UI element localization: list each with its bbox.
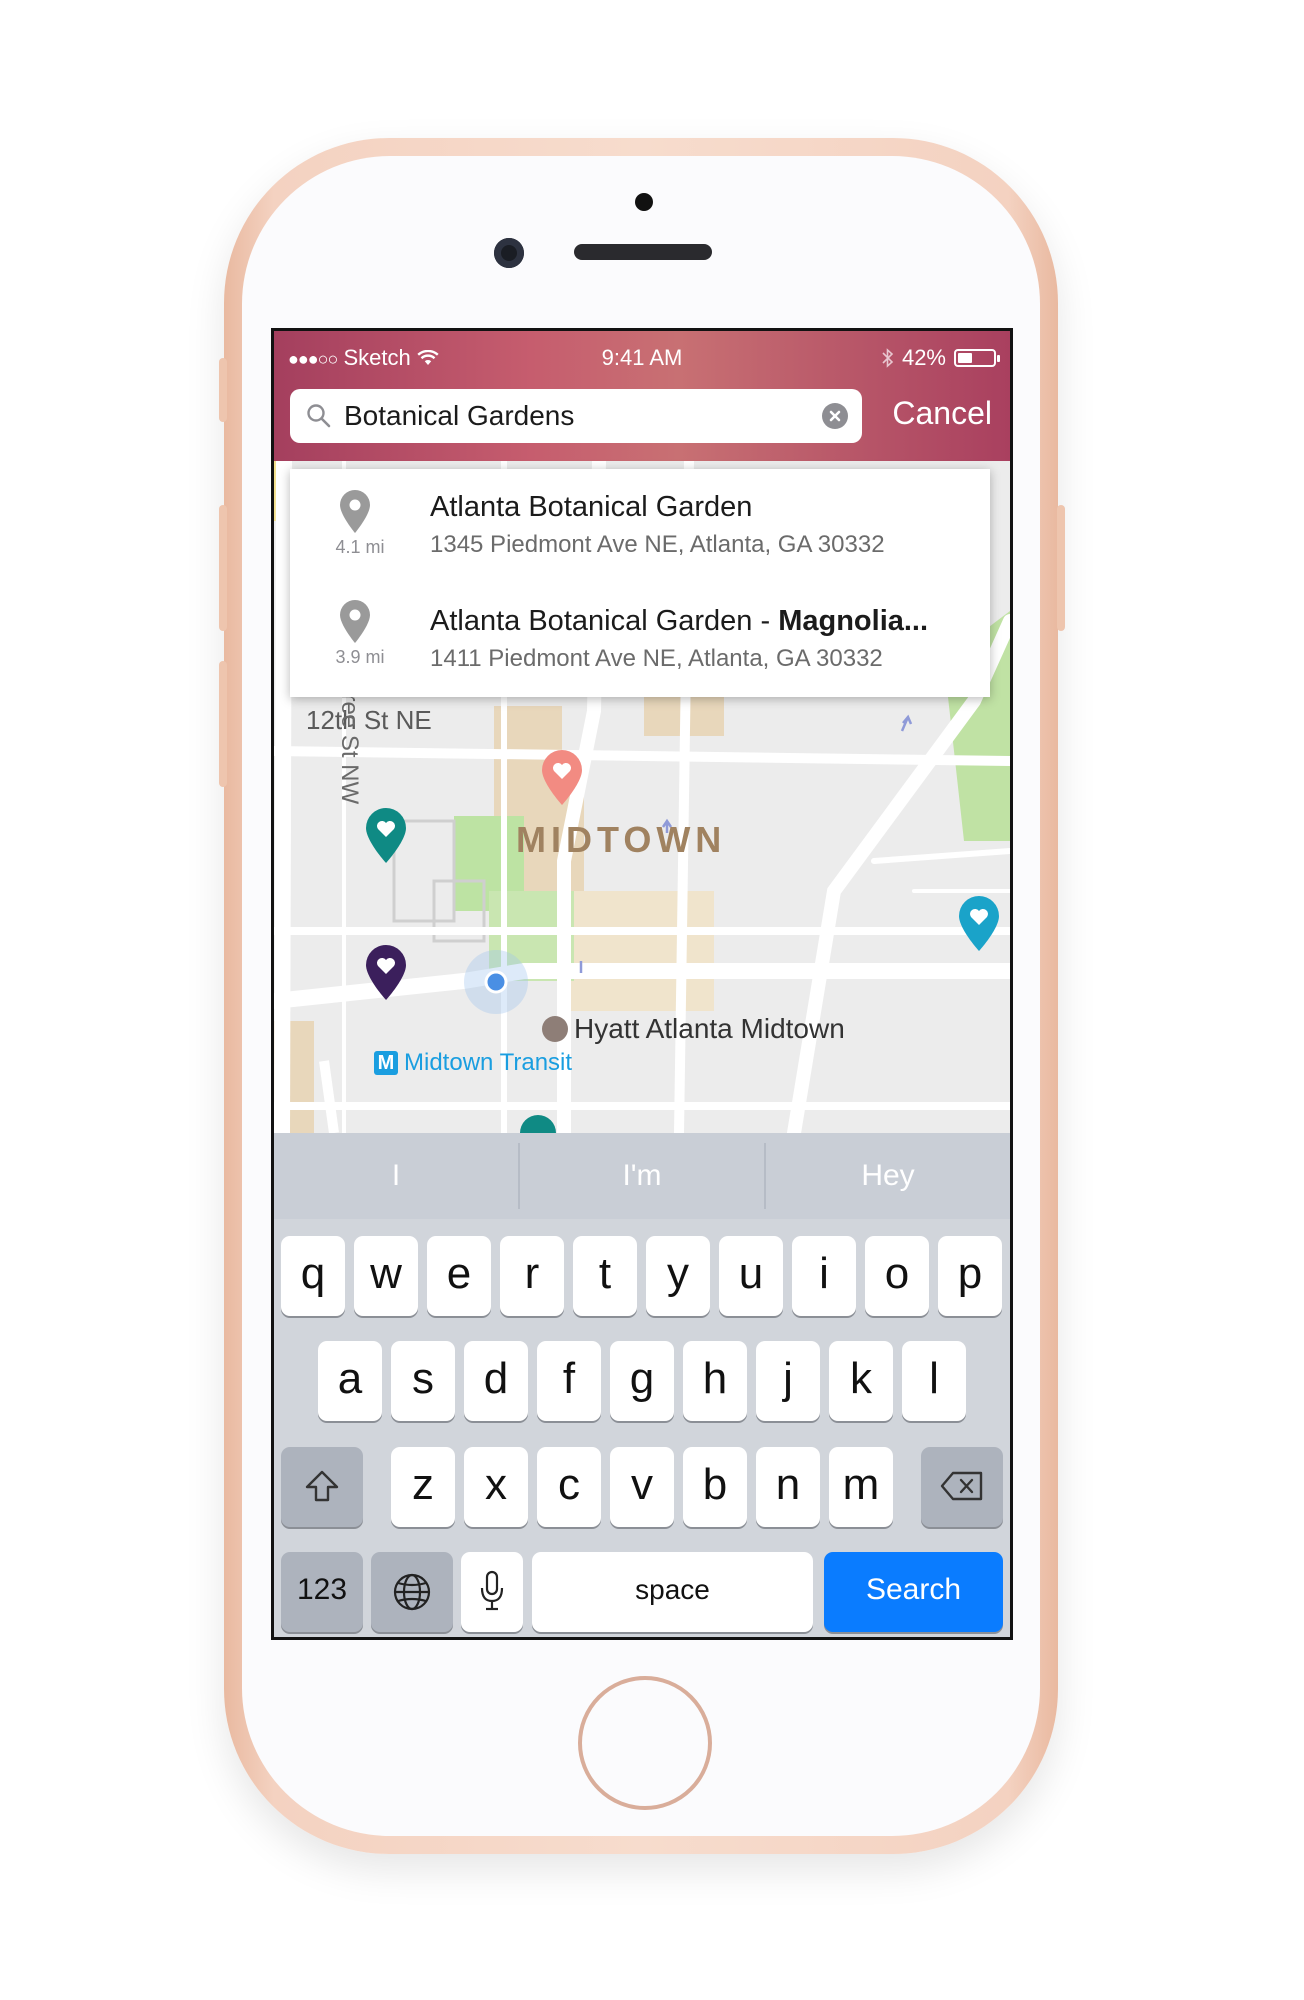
numbers-key[interactable]: 123 bbox=[281, 1552, 363, 1632]
clear-search-button[interactable] bbox=[822, 403, 848, 429]
suggestion-item[interactable]: 4.1 mi Atlanta Botanical Garden 1345 Pie… bbox=[290, 469, 990, 583]
mute-switch bbox=[219, 358, 227, 422]
key-g[interactable]: g bbox=[610, 1341, 674, 1421]
suggestion-title: Atlanta Botanical Garden - Magnolia... bbox=[430, 605, 928, 638]
heart-pin-cyan[interactable] bbox=[956, 895, 1002, 951]
heart-pin-partial[interactable] bbox=[518, 1113, 558, 1133]
suggestion-distance: 4.1 mi bbox=[335, 537, 385, 557]
status-bar: ●●●○○ Sketch 9:41 AM 42% bbox=[274, 339, 1010, 375]
prediction-3[interactable]: Hey bbox=[766, 1133, 1010, 1219]
transit-label: M Midtown Transit bbox=[374, 1049, 572, 1077]
metro-icon: M bbox=[374, 1051, 398, 1075]
front-camera bbox=[494, 238, 524, 268]
suggestion-address: 1411 Piedmont Ave NE, Atlanta, GA 30332 bbox=[430, 645, 883, 672]
status-right: 42% bbox=[882, 345, 1000, 371]
prediction-2[interactable]: I'm bbox=[520, 1133, 764, 1219]
keyboard: I I'm Hey q w e r t y u i o p a s d f g … bbox=[274, 1133, 1010, 1637]
heart-pin-teal[interactable] bbox=[363, 807, 409, 863]
key-q[interactable]: q bbox=[281, 1236, 345, 1316]
key-w[interactable]: w bbox=[354, 1236, 418, 1316]
shift-icon bbox=[305, 1470, 339, 1502]
key-v[interactable]: v bbox=[610, 1447, 674, 1527]
search-suggestions: 4.1 mi Atlanta Botanical Garden 1345 Pie… bbox=[290, 469, 990, 697]
key-m[interactable]: m bbox=[829, 1447, 893, 1527]
district-label: MIDTOWN bbox=[516, 819, 727, 860]
delete-icon bbox=[940, 1471, 983, 1501]
key-j[interactable]: j bbox=[756, 1341, 820, 1421]
power-button bbox=[1057, 505, 1065, 631]
key-h[interactable]: h bbox=[683, 1341, 747, 1421]
key-l[interactable]: l bbox=[902, 1341, 966, 1421]
key-n[interactable]: n bbox=[756, 1447, 820, 1527]
key-r[interactable]: r bbox=[500, 1236, 564, 1316]
suggestion-title: Atlanta Botanical Garden bbox=[430, 491, 752, 524]
screen: ●●●○○ Sketch 9:41 AM 42% Botanical Garde… bbox=[271, 328, 1013, 1640]
globe-key[interactable] bbox=[371, 1552, 453, 1632]
hotel-label: Hyatt Atlanta Midtown bbox=[542, 1013, 845, 1045]
key-d[interactable]: d bbox=[464, 1341, 528, 1421]
key-i[interactable]: i bbox=[792, 1236, 856, 1316]
key-t[interactable]: t bbox=[573, 1236, 637, 1316]
space-key[interactable]: space bbox=[532, 1552, 813, 1632]
proximity-sensor bbox=[635, 193, 653, 211]
search-header: ●●●○○ Sketch 9:41 AM 42% Botanical Garde… bbox=[274, 331, 1010, 461]
volume-up-button bbox=[219, 505, 227, 631]
location-pin-icon bbox=[340, 600, 370, 643]
volume-down-button bbox=[219, 661, 227, 787]
microphone-icon bbox=[480, 1570, 504, 1611]
delete-key[interactable] bbox=[921, 1447, 1003, 1527]
prediction-1[interactable]: I bbox=[274, 1133, 518, 1219]
location-pin-icon bbox=[340, 490, 370, 533]
key-s[interactable]: s bbox=[391, 1341, 455, 1421]
suggestion-distance: 3.9 mi bbox=[335, 647, 385, 667]
key-x[interactable]: x bbox=[464, 1447, 528, 1527]
clear-icon bbox=[829, 410, 841, 422]
earpiece-speaker bbox=[574, 244, 712, 260]
suggestion-title-text: Atlanta Botanical Garden - bbox=[430, 605, 779, 637]
key-o[interactable]: o bbox=[865, 1236, 929, 1316]
battery-icon bbox=[954, 349, 1000, 367]
key-b[interactable]: b bbox=[683, 1447, 747, 1527]
key-y[interactable]: y bbox=[646, 1236, 710, 1316]
key-p[interactable]: p bbox=[938, 1236, 1002, 1316]
key-c[interactable]: c bbox=[537, 1447, 601, 1527]
key-f[interactable]: f bbox=[537, 1341, 601, 1421]
hotel-icon bbox=[542, 1016, 568, 1042]
search-icon bbox=[307, 404, 331, 428]
key-e[interactable]: e bbox=[427, 1236, 491, 1316]
key-z[interactable]: z bbox=[391, 1447, 455, 1527]
key-a[interactable]: a bbox=[318, 1341, 382, 1421]
home-button[interactable] bbox=[578, 1676, 712, 1810]
suggestion-title-text: Atlanta Botanical Garden bbox=[430, 491, 753, 523]
hotel-name: Hyatt Atlanta Midtown bbox=[574, 1013, 845, 1044]
globe-icon bbox=[393, 1573, 431, 1611]
shift-key[interactable] bbox=[281, 1447, 363, 1527]
key-k[interactable]: k bbox=[829, 1341, 893, 1421]
key-u[interactable]: u bbox=[719, 1236, 783, 1316]
heart-pin-purple[interactable] bbox=[363, 944, 409, 1000]
suggestion-address: 1345 Piedmont Ave NE, Atlanta, GA 30332 bbox=[430, 531, 885, 558]
bluetooth-icon bbox=[882, 348, 894, 368]
street-label-12th: 12th St NE bbox=[306, 705, 432, 735]
suggestion-item[interactable]: 3.9 mi Atlanta Botanical Garden - Magnol… bbox=[290, 583, 990, 697]
search-key[interactable]: Search bbox=[824, 1552, 1003, 1632]
search-input[interactable] bbox=[344, 397, 814, 435]
microphone-key[interactable] bbox=[461, 1552, 523, 1632]
heart-pin-coral[interactable] bbox=[539, 749, 585, 805]
battery-fill bbox=[958, 353, 972, 363]
suggestion-title-bold: Magnolia... bbox=[778, 605, 929, 637]
battery-percent: 42% bbox=[901, 345, 946, 370]
transit-name: Midtown Transit bbox=[404, 1049, 573, 1076]
cancel-button[interactable]: Cancel bbox=[892, 395, 992, 432]
predictive-bar: I I'm Hey bbox=[274, 1133, 1010, 1219]
search-field[interactable] bbox=[290, 389, 862, 443]
